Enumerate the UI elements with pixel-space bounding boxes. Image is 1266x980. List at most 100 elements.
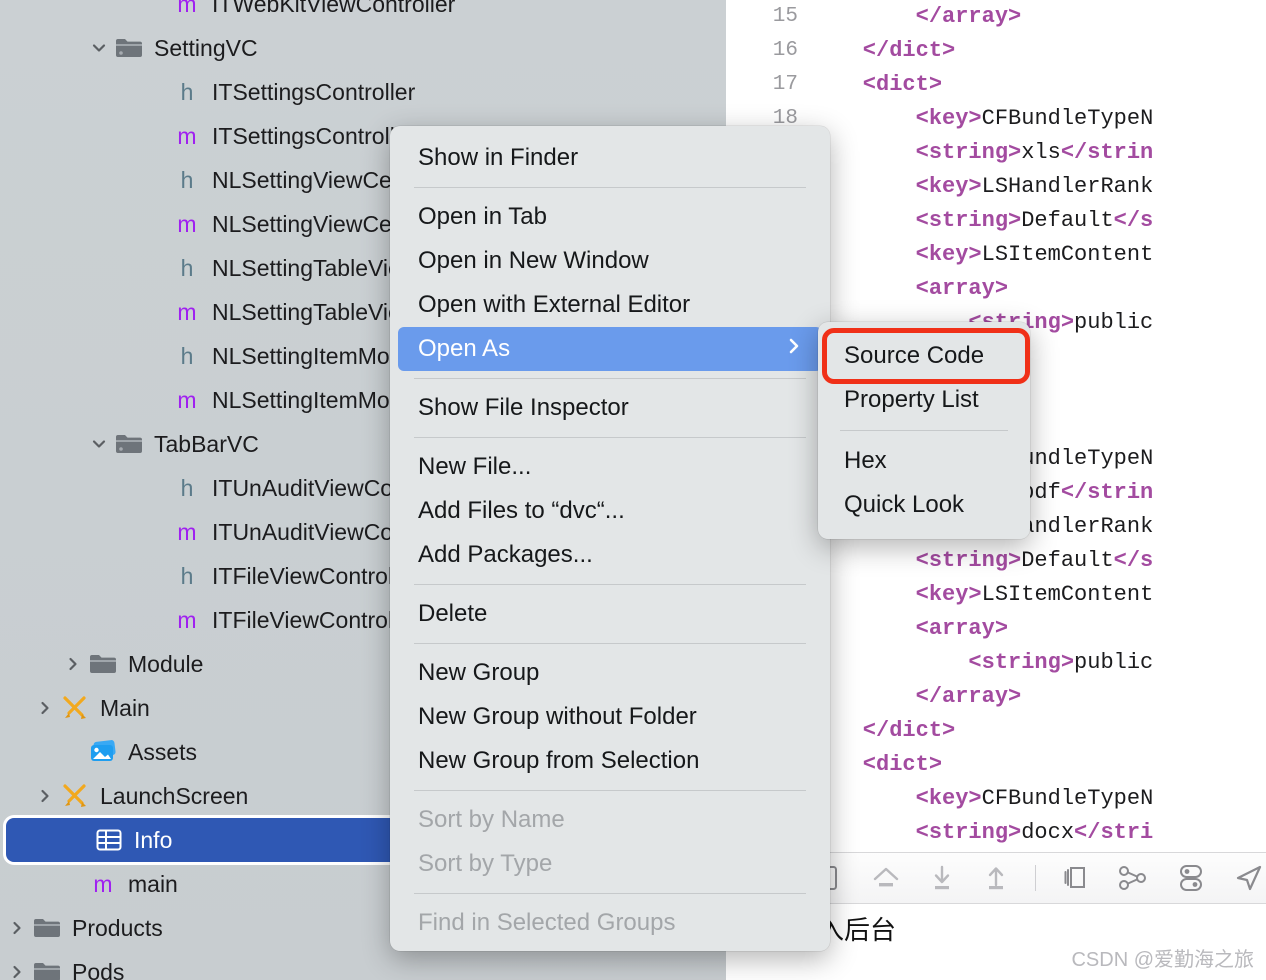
xml-text-token: Default xyxy=(1021,208,1114,233)
navigator-row-label: NLSettingViewCell xyxy=(212,166,403,193)
xml-text-token: LSHandlerRank xyxy=(981,174,1154,199)
stack-icon[interactable] xyxy=(1060,858,1092,898)
chevron-right-icon[interactable] xyxy=(60,655,86,673)
xml-text-token: public xyxy=(1074,650,1154,675)
xml-tag-token: <key> xyxy=(810,582,982,607)
hierarchy-icon[interactable] xyxy=(1116,858,1150,898)
navigator-row-label: Main xyxy=(100,694,150,721)
xml-text-token: public xyxy=(1074,310,1154,335)
navigator-row[interactable]: SettingVC xyxy=(86,26,726,70)
context-menu-item[interactable]: Add Files to “dvc“... xyxy=(390,489,830,533)
chevron-down-icon[interactable] xyxy=(86,39,112,57)
chevron-right-icon[interactable] xyxy=(32,787,58,805)
navigator-row-label: Info xyxy=(134,826,173,853)
code-line: <array> xyxy=(810,612,1266,646)
implementation-file-icon: m xyxy=(177,0,197,17)
xml-tag-token: <string> xyxy=(810,820,1022,845)
navigator-row-label: TabBarVC xyxy=(154,430,259,457)
code-line: </array> xyxy=(810,0,1266,34)
xml-tag-token: </array> xyxy=(810,4,1022,29)
context-menu-item[interactable]: New Group without Folder xyxy=(390,695,830,739)
variables-icon[interactable] xyxy=(1174,858,1208,898)
context-menu-item-label: New Group from Selection xyxy=(418,747,700,774)
xml-text-token: xls xyxy=(1021,140,1061,165)
navigator-row-label: ITFileViewController xyxy=(212,562,419,589)
context-menu-item[interactable]: New Group xyxy=(390,651,830,695)
xml-tag-token: <string> xyxy=(810,650,1075,675)
submenu-item-label: Hex xyxy=(844,447,887,474)
xml-text-token: LSItemContent xyxy=(981,582,1154,607)
step-out-icon[interactable] xyxy=(981,858,1011,898)
context-menu-item-label: Sort by Name xyxy=(418,806,565,833)
xml-tag-token: </s xyxy=(1113,548,1154,573)
navigator-row-label: ITFileViewController xyxy=(212,606,419,633)
folder-icon xyxy=(112,432,146,456)
xml-tag-token: </stri xyxy=(1074,820,1154,845)
chevron-right-icon[interactable] xyxy=(4,919,30,937)
context-menu-item[interactable]: Open in New Window xyxy=(390,239,830,283)
context-menu-item[interactable]: Add Packages... xyxy=(390,533,830,577)
xml-tag-token: </strin xyxy=(1060,140,1154,165)
navigator-row-label: ITSettingsController xyxy=(212,78,416,105)
location-icon[interactable] xyxy=(1232,858,1266,898)
context-menu-item[interactable]: Open As xyxy=(398,327,822,371)
storyboard-icon xyxy=(58,782,92,810)
context-menu-item[interactable]: Show in Finder xyxy=(390,136,830,180)
xml-text-token: Default xyxy=(1021,548,1114,573)
code-line: <string>Default</s xyxy=(810,544,1266,578)
app-window: m ITWebKitViewController SettingVC h ITSetti… xyxy=(0,0,1266,980)
code-line: <key>CFBundleTypeN xyxy=(810,782,1266,816)
context-menu-item[interactable]: New File... xyxy=(390,445,830,489)
context-menu-item[interactable]: Open with External Editor xyxy=(390,283,830,327)
code-line: <string>docx</stri xyxy=(810,816,1266,850)
navigator-row[interactable]: m ITWebKitViewController xyxy=(144,0,726,26)
line-number: 17 xyxy=(772,73,798,96)
context-menu-item[interactable]: Open in Tab xyxy=(390,195,830,239)
submenu-item[interactable]: Source Code xyxy=(818,334,1030,378)
chevron-right-icon[interactable] xyxy=(32,699,58,717)
header-file-icon: h xyxy=(180,78,194,105)
navigator-row-label: main xyxy=(128,870,178,897)
xml-tag-token: </strin xyxy=(1060,480,1154,505)
context-menu-item-label: Open in New Window xyxy=(418,247,649,274)
context-menu-item[interactable]: Show File Inspector xyxy=(390,386,830,430)
submenu-item[interactable]: Property List xyxy=(818,378,1030,422)
implementation-file-icon: m xyxy=(177,606,197,633)
submenu-item[interactable]: Quick Look xyxy=(818,483,1030,527)
step-into-icon[interactable] xyxy=(927,858,957,898)
xml-text-token: CFBundleTypeN xyxy=(981,106,1154,131)
menu-separator xyxy=(414,790,806,791)
context-menu-item-label: Add Files to “dvc“... xyxy=(418,497,625,524)
code-line: <key>LSHandlerRank xyxy=(810,170,1266,204)
submenu-item[interactable]: Hex xyxy=(818,439,1030,483)
menu-separator xyxy=(840,430,1008,431)
context-menu-item[interactable]: New Group from Selection xyxy=(390,739,830,783)
context-menu-item-label: Open As xyxy=(418,335,511,362)
implementation-file-icon: m xyxy=(177,386,197,413)
xml-tag-token: </dict> xyxy=(810,38,956,63)
chevron-right-icon[interactable] xyxy=(4,963,30,980)
menu-separator xyxy=(414,643,806,644)
code-line: <array> xyxy=(810,272,1266,306)
submenu-item-label: Property List xyxy=(844,386,979,413)
property-list-icon xyxy=(92,828,126,852)
menu-separator xyxy=(414,378,806,379)
chevron-down-icon[interactable] xyxy=(86,435,112,453)
header-file-icon: h xyxy=(180,166,194,193)
context-menu-item-label: New File... xyxy=(418,453,532,480)
step-over-icon[interactable] xyxy=(869,858,903,898)
xml-tag-token: <string> xyxy=(810,208,1022,233)
open-as-submenu[interactable]: Source Code Property List Hex Quick Look xyxy=(818,322,1030,539)
navigator-row[interactable]: Pods xyxy=(4,950,726,980)
xml-text-token: docx xyxy=(1021,820,1075,845)
navigator-row-label: NLSettingTableView xyxy=(212,254,418,281)
xml-tag-token: <key> xyxy=(810,174,982,199)
context-menu[interactable]: Show in Finder Open in Tab Open in New Win… xyxy=(390,126,830,951)
context-menu-item[interactable]: Delete xyxy=(390,592,830,636)
menu-separator xyxy=(414,893,806,894)
navigator-row[interactable]: h ITSettingsController xyxy=(144,70,726,114)
code-line: <dict> xyxy=(810,68,1266,102)
navigator-row-label: Assets xyxy=(128,738,198,765)
menu-separator xyxy=(414,584,806,585)
context-menu-item-label: New Group xyxy=(418,659,540,686)
